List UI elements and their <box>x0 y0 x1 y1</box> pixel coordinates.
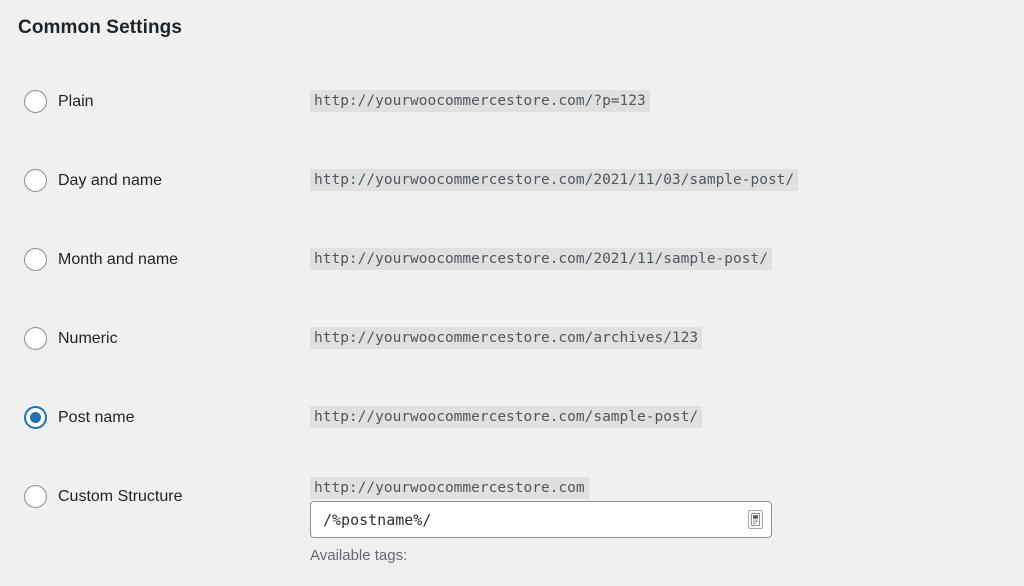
radio-day-and-name[interactable] <box>24 169 47 192</box>
option-row-post-name[interactable]: Post name http://yourwoocommercestore.co… <box>0 394 1024 473</box>
radio-plain[interactable] <box>24 90 47 113</box>
option-row-plain[interactable]: Plain http://yourwoocommercestore.com/?p… <box>0 78 1024 157</box>
sample-url-day-and-name: http://yourwoocommercestore.com/2021/11/… <box>310 169 798 191</box>
sample-url-month-and-name: http://yourwoocommercestore.com/2021/11/… <box>310 248 772 270</box>
option-label-month-and-name[interactable]: Month and name <box>58 249 178 270</box>
custom-structure-block: http://yourwoocommercestore.com Availabl… <box>310 477 910 566</box>
sample-url-plain: http://yourwoocommercestore.com/?p=123 <box>310 90 650 112</box>
custom-structure-prefix: http://yourwoocommercestore.com <box>310 477 589 499</box>
option-label-custom-structure[interactable]: Custom Structure <box>58 486 182 507</box>
permalink-options-list: Plain http://yourwoocommercestore.com/?p… <box>0 78 1024 473</box>
option-label-numeric[interactable]: Numeric <box>58 328 118 349</box>
sample-url-numeric: http://yourwoocommercestore.com/archives… <box>310 327 702 349</box>
option-label-plain[interactable]: Plain <box>58 91 94 112</box>
radio-month-and-name[interactable] <box>24 248 47 271</box>
page-title: Common Settings <box>18 16 182 40</box>
form-autofill-icon[interactable] <box>748 510 763 529</box>
available-tags-label: Available tags: <box>310 546 910 566</box>
custom-structure-input[interactable] <box>310 501 772 538</box>
option-row-month-and-name[interactable]: Month and name http://yourwoocommercesto… <box>0 236 1024 315</box>
radio-custom-structure[interactable] <box>24 485 47 508</box>
radio-post-name[interactable] <box>24 406 47 429</box>
option-row-day-and-name[interactable]: Day and name http://yourwoocommercestore… <box>0 157 1024 236</box>
option-label-post-name[interactable]: Post name <box>58 407 134 428</box>
sample-url-post-name: http://yourwoocommercestore.com/sample-p… <box>310 406 702 428</box>
option-label-day-and-name[interactable]: Day and name <box>58 170 162 191</box>
radio-numeric[interactable] <box>24 327 47 350</box>
custom-structure-input-wrap <box>310 501 772 538</box>
option-row-numeric[interactable]: Numeric http://yourwoocommercestore.com/… <box>0 315 1024 394</box>
